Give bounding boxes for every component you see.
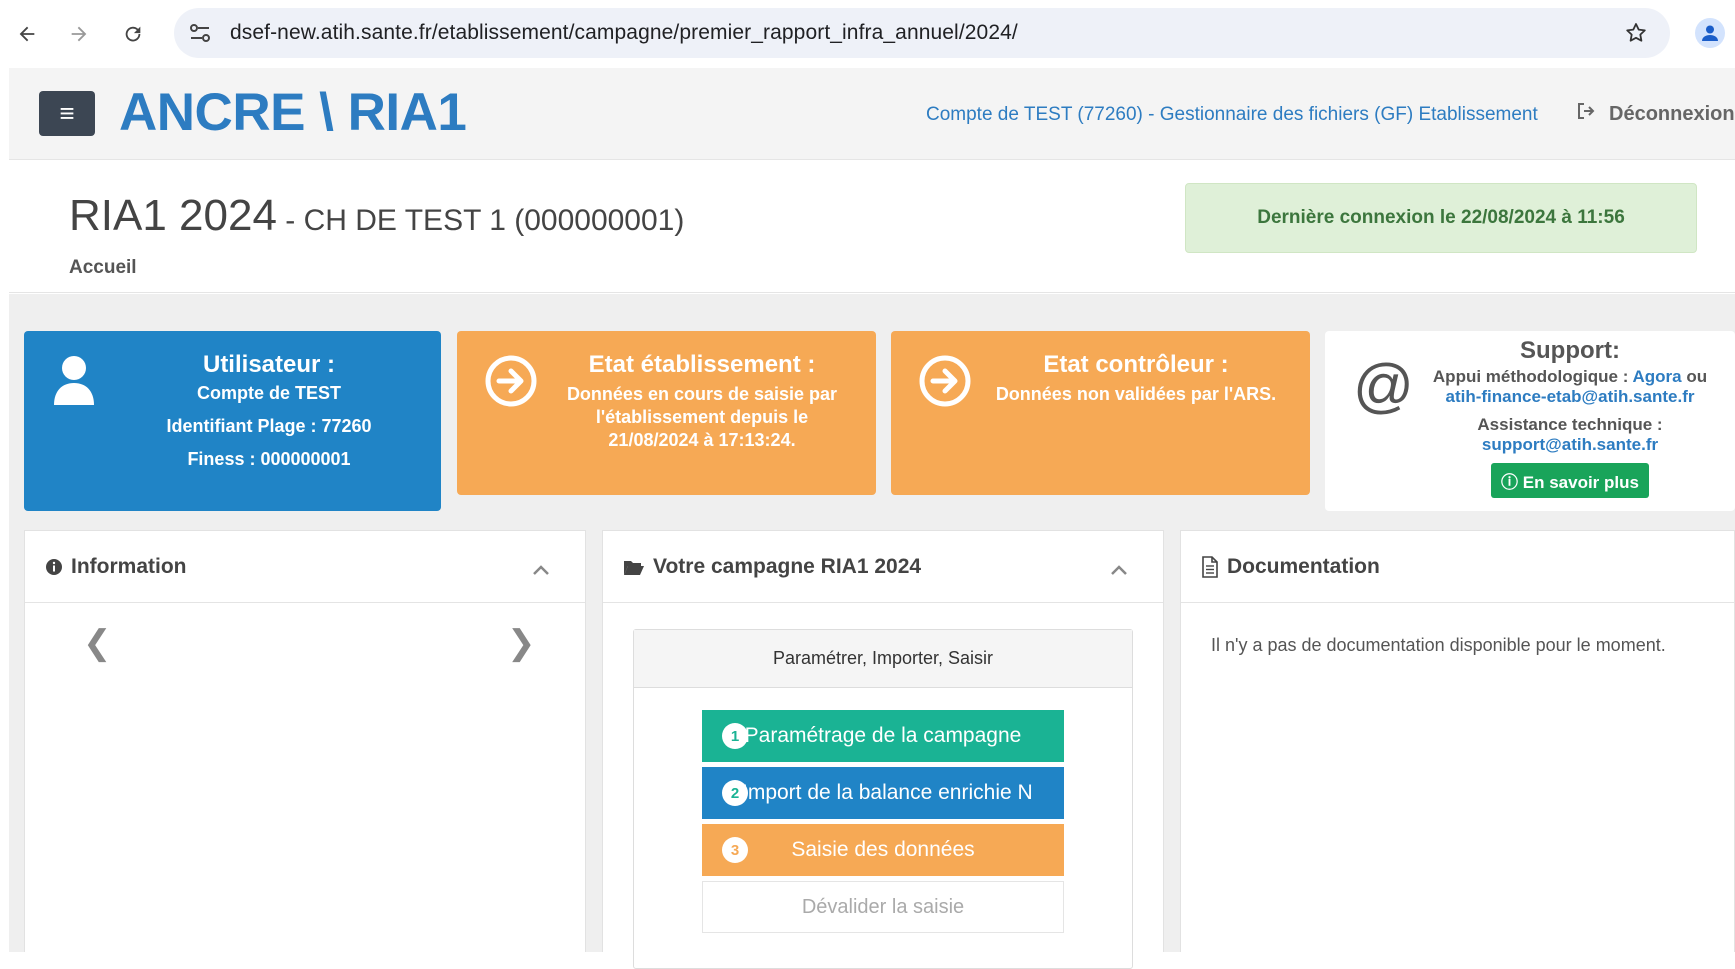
information-panel: Information ❮ ❯ (24, 530, 586, 952)
campaign-steps-box: Paramétrer, Importer, Saisir 1 Paramétra… (633, 629, 1133, 969)
unvalidate-entry-button[interactable]: Dévalider la saisie (702, 881, 1064, 933)
hamburger-menu-button[interactable]: ≡ (39, 91, 95, 136)
user-finess: Finess : 000000001 (187, 449, 351, 469)
support-or: ou (1681, 367, 1708, 386)
last-login-alert: Dernière connexion le 22/08/2024 à 11:56 (1185, 183, 1697, 253)
learn-more-label: En savoir plus (1522, 473, 1639, 492)
methodo-email-link[interactable]: atih-finance-etab@atih.sante.fr (1446, 387, 1695, 406)
controller-state-tile: Etat contrôleur : Données non validées p… (891, 331, 1310, 495)
information-panel-title: Information (71, 554, 187, 578)
file-text-icon (1201, 555, 1219, 578)
campaign-panel-header: Votre campagne RIA1 2024 (603, 531, 1163, 603)
documentation-empty-message: Il n'y a pas de documentation disponible… (1211, 635, 1666, 655)
support-tech-label: Assistance technique : (1477, 415, 1663, 434)
step-number: 1 (722, 723, 748, 749)
logout-label: Déconnexion (1609, 102, 1735, 125)
app-header: ≡ ANCRE \ RIA1 Compte de TEST (77260) - … (9, 68, 1735, 160)
browser-toolbar: dsef-new.atih.sante.fr/etablissement/cam… (0, 0, 1735, 68)
user-plage-id: Identifiant Plage : 77260 (166, 416, 372, 436)
agora-link[interactable]: Agora (1632, 367, 1681, 386)
tech-email-link[interactable]: support@atih.sante.fr (1482, 435, 1658, 454)
hamburger-icon: ≡ (59, 98, 75, 128)
url-text[interactable]: dsef-new.atih.sante.fr/etablissement/cam… (230, 21, 1018, 45)
step-campaign-settings-button[interactable]: 1 Paramétrage de la campagne (702, 710, 1064, 762)
site-info-icon[interactable] (188, 22, 212, 44)
user-tile: Utilisateur : Compte de TEST Identifiant… (24, 331, 441, 511)
carousel-prev-button[interactable]: ❮ (83, 623, 112, 663)
arrow-circle-right-icon (919, 355, 971, 407)
step-import-balance-button[interactable]: 2 Import de la balance enrichie N (702, 767, 1064, 819)
support-title: Support: (1520, 337, 1620, 364)
learn-more-button[interactable]: ⓘ En savoir plus (1491, 463, 1649, 498)
support-methodo-label: Appui méthodologique : (1432, 367, 1633, 386)
bookmark-star-icon[interactable] (1624, 21, 1648, 50)
support-methodo: Appui méthodologique : Agora ou (1425, 367, 1715, 387)
etab-state-tile: Etat établissement : Données en cours de… (457, 331, 876, 495)
page-title-main: RIA1 2024 (69, 191, 277, 240)
step-data-entry-button[interactable]: 3 Saisie des données (702, 824, 1064, 876)
logout-icon (1577, 102, 1595, 126)
documentation-panel-header: Documentation (1181, 531, 1734, 603)
logout-button[interactable]: Déconnexion (1577, 102, 1735, 126)
app-title[interactable]: ANCRE \ RIA1 (119, 82, 467, 143)
etab-state-title: Etat établissement : (588, 351, 816, 378)
campaign-panel-title: Votre campagne RIA1 2024 (653, 554, 922, 578)
user-tile-title: Utilisateur : (202, 351, 336, 378)
forward-icon[interactable] (66, 21, 92, 47)
controller-state-title: Etat contrôleur : (1043, 351, 1229, 378)
step-label: Paramétrage de la campagne (744, 724, 1022, 747)
page-title-sub: - CH DE TEST 1 (000000001) (276, 204, 685, 237)
address-bar[interactable]: dsef-new.atih.sante.fr/etablissement/cam… (174, 8, 1670, 58)
documentation-panel-title: Documentation (1227, 554, 1380, 578)
step-number: 3 (722, 837, 748, 863)
page-title: RIA1 2024 - CH DE TEST 1 (000000001) (69, 191, 684, 241)
breadcrumb[interactable]: Accueil (69, 257, 137, 279)
campaign-panel: Votre campagne RIA1 2024 Paramétrer, Imp… (602, 530, 1164, 969)
profile-icon[interactable] (1695, 18, 1725, 48)
support-tile: @ Support: Appui méthodologique : Agora … (1325, 331, 1735, 511)
campaign-box-title: Paramétrer, Importer, Saisir (634, 630, 1132, 688)
controller-state-text: Données non validées par l'ARS. (995, 384, 1277, 404)
carousel-next-button[interactable]: ❯ (507, 623, 536, 663)
page-title-area: RIA1 2024 - CH DE TEST 1 (000000001) Acc… (9, 161, 1735, 293)
step-label: Dévalider la saisie (801, 895, 965, 918)
information-panel-header: Information (25, 531, 585, 603)
step-label: Import de la balance enrichie N (742, 781, 1033, 804)
info-circle-icon (45, 558, 63, 576)
info-circle-icon: ⓘ (1501, 473, 1519, 492)
dashboard-content: Utilisateur : Compte de TEST Identifiant… (9, 294, 1735, 969)
documentation-panel: Documentation Il n'y a pas de documentat… (1180, 530, 1735, 952)
user-account: Compte de TEST (196, 383, 341, 403)
user-icon (52, 355, 96, 412)
folder-open-icon (623, 558, 645, 576)
arrow-circle-right-icon (485, 355, 537, 407)
account-link[interactable]: Compte de TEST (77260) - Gestionnaire de… (926, 104, 1538, 126)
etab-state-text: Données en cours de saisie par l'établis… (566, 384, 838, 450)
step-number: 2 (722, 780, 748, 806)
chevron-up-icon[interactable] (531, 559, 551, 583)
at-sign-icon: @ (1353, 352, 1414, 419)
back-icon[interactable] (14, 21, 40, 47)
chevron-up-icon[interactable] (1109, 559, 1129, 583)
step-label: Saisie des données (791, 838, 975, 861)
reload-icon[interactable] (120, 21, 146, 47)
